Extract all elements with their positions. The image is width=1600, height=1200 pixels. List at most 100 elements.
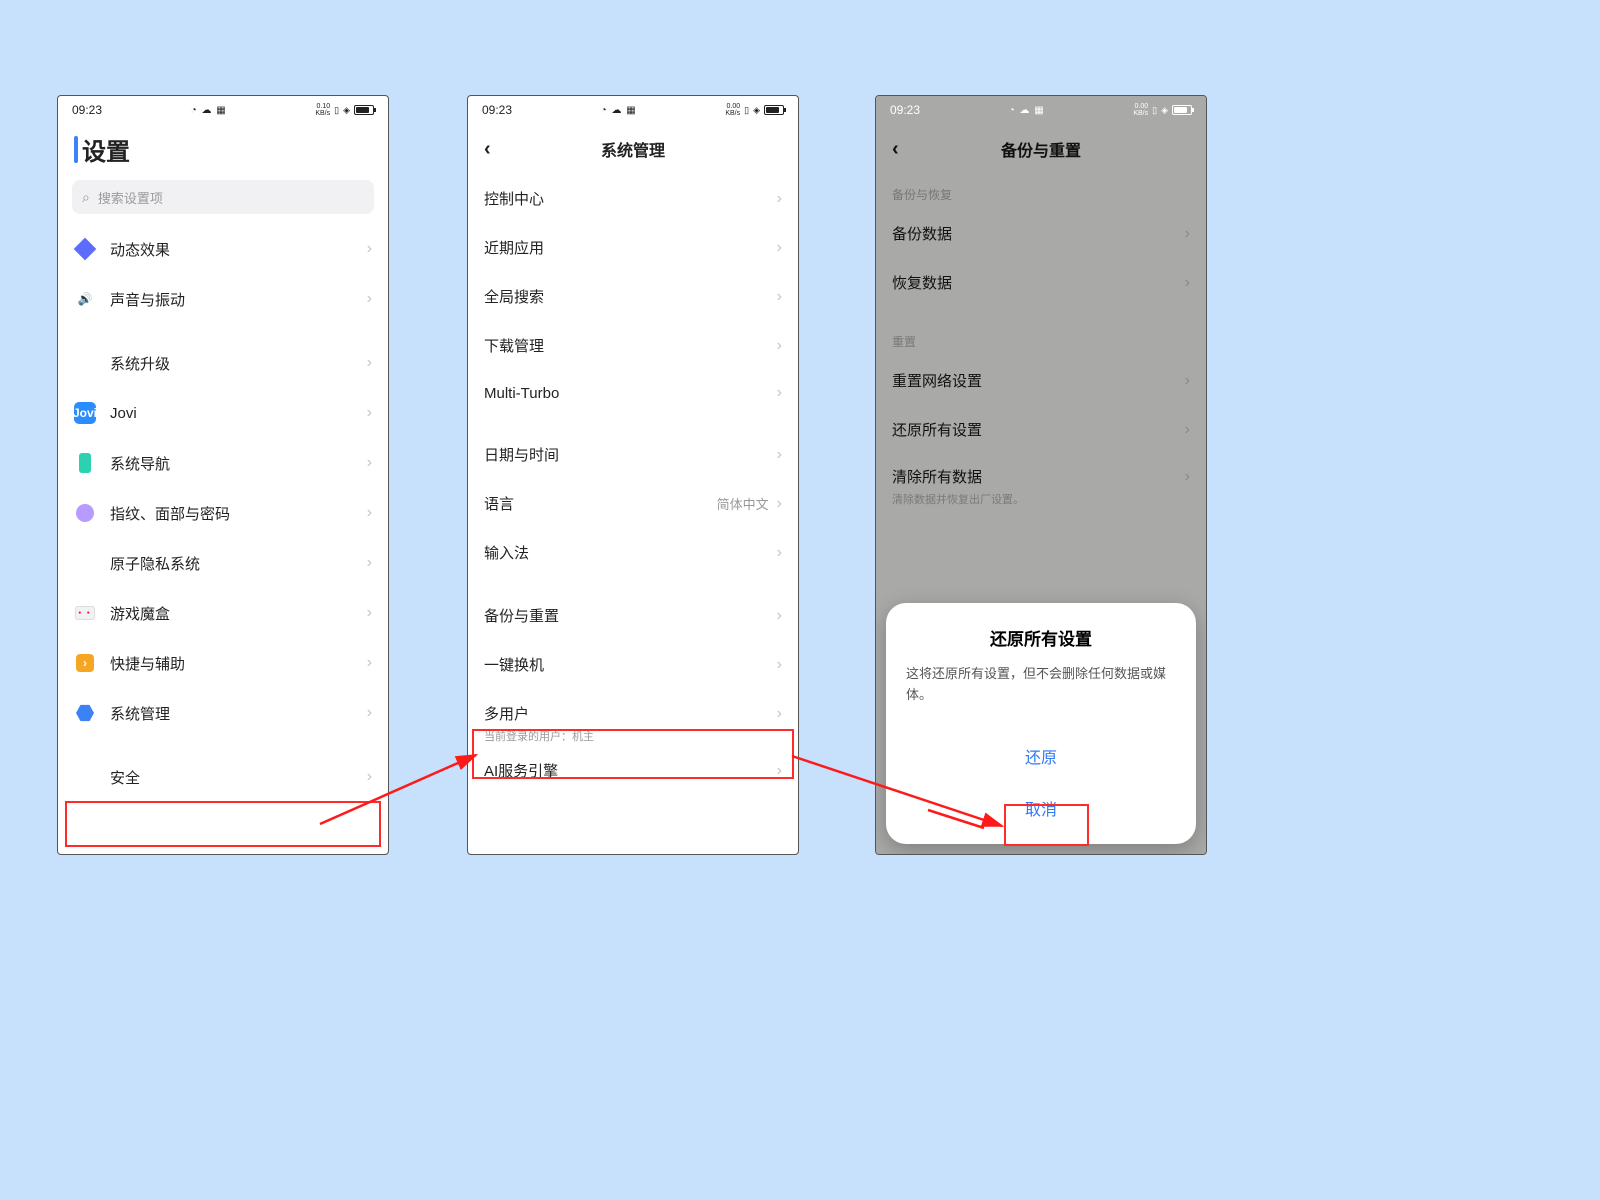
chevron-right-icon: ›: [777, 384, 782, 402]
row-restore-data[interactable]: 恢复数据›: [876, 258, 1206, 307]
chevron-right-icon: ›: [367, 654, 372, 672]
status-time: 09:23: [72, 103, 102, 117]
cancel-button[interactable]: 取消: [906, 782, 1176, 834]
row-ai-engine[interactable]: AI服务引擎›: [468, 746, 798, 795]
page-title: 备份与重置: [918, 137, 1164, 161]
back-button[interactable]: ‹: [484, 138, 510, 161]
row-recent-apps[interactable]: 近期应用›: [468, 223, 798, 272]
confirm-button[interactable]: 还原: [906, 730, 1176, 782]
row-shortcut-accessibility[interactable]: 快捷与辅助 ›: [58, 638, 388, 688]
chevron-right-icon: ›: [367, 768, 372, 786]
row-system-management[interactable]: 系统管理 ›: [58, 688, 388, 738]
sound-icon: 🔊: [74, 288, 96, 310]
back-button[interactable]: ‹: [892, 138, 918, 161]
section-backup-restore: 备份与恢复: [876, 174, 1206, 209]
shield-icon: ⛨: [74, 552, 96, 574]
arrow-icon: [74, 652, 96, 674]
row-jovi[interactable]: Jovi Jovi ›: [58, 388, 388, 438]
chevron-right-icon: ›: [777, 762, 782, 780]
chevron-right-icon: ›: [367, 554, 372, 572]
wifi-icon: ◈: [1161, 105, 1168, 116]
search-icon: ⌕: [82, 189, 90, 206]
wifi-icon: ◈: [343, 105, 350, 116]
row-one-click-switch[interactable]: 一键换机›: [468, 640, 798, 689]
page-header: ‹ 备份与重置: [876, 124, 1206, 174]
chevron-right-icon: ›: [367, 404, 372, 422]
row-reset-all-settings[interactable]: 还原所有设置›: [876, 405, 1206, 454]
status-bar: 09:23 ◔ ☁ ▦ 0.00KB/s ▯ ◈: [876, 96, 1206, 124]
chevron-right-icon: ›: [777, 495, 782, 513]
row-privacy-system[interactable]: ⛨ 原子隐私系统 ›: [58, 538, 388, 588]
phone-icon: [74, 452, 96, 474]
row-global-search[interactable]: 全局搜索›: [468, 272, 798, 321]
row-system-navigation[interactable]: 系统导航 ›: [58, 438, 388, 488]
chevron-right-icon: ›: [1185, 274, 1190, 292]
sim-icon: ▯: [334, 105, 339, 116]
chevron-right-icon: ›: [1185, 468, 1190, 486]
row-multi-user[interactable]: 多用户›当前登录的用户：机主: [468, 689, 798, 746]
chevron-right-icon: ›: [1185, 225, 1190, 243]
chevron-right-icon: ›: [777, 446, 782, 464]
chevron-right-icon: ›: [1185, 421, 1190, 439]
row-biometrics[interactable]: 指纹、面部与密码 ›: [58, 488, 388, 538]
chevron-right-icon: ›: [777, 337, 782, 355]
row-backup-reset[interactable]: 备份与重置›: [468, 591, 798, 640]
dialog-title: 还原所有设置: [906, 625, 1176, 650]
diamond-icon: [74, 238, 96, 260]
chevron-right-icon: ›: [367, 454, 372, 472]
page-header: ‹ 系统管理: [468, 124, 798, 174]
page-title: 系统管理: [510, 137, 756, 161]
row-security[interactable]: ⛊ 安全 ›: [58, 752, 388, 802]
battery-icon: [764, 105, 784, 115]
fingerprint-icon: [74, 502, 96, 524]
gamepad-icon: [74, 602, 96, 624]
row-input-method[interactable]: 输入法›: [468, 528, 798, 577]
row-sound-vibration[interactable]: 🔊 声音与振动 ›: [58, 274, 388, 324]
chevron-right-icon: ›: [777, 288, 782, 306]
status-bar: 09:23 ◔ ☁ ▦ 0.00KB/s ▯ ◈: [468, 96, 798, 124]
battery-icon: [354, 105, 374, 115]
chevron-right-icon: ›: [367, 354, 372, 372]
status-left-icons: ◔ ☁ ▦: [191, 105, 227, 116]
sim-icon: ▯: [744, 105, 749, 116]
screen-backup-reset: 09:23 ◔ ☁ ▦ 0.00KB/s ▯ ◈ ‹ 备份与重置 备份与恢复 备…: [875, 95, 1207, 855]
wifi-icon: ◈: [753, 105, 760, 116]
battery-icon: [1172, 105, 1192, 115]
page-header: 设置: [58, 124, 388, 174]
shield-icon: ⛊: [74, 766, 96, 788]
sim-icon: ▯: [1152, 105, 1157, 116]
screen-system-management: 09:23 ◔ ☁ ▦ 0.00KB/s ▯ ◈ ‹ 系统管理 控制中心› 近期…: [467, 95, 799, 855]
chevron-right-icon: ›: [777, 239, 782, 257]
row-language[interactable]: 语言简体中文›: [468, 479, 798, 528]
page-title: 设置: [74, 132, 130, 167]
row-backup-data[interactable]: 备份数据›: [876, 209, 1206, 258]
screen-settings: 09:23 ◔ ☁ ▦ 0.10KB/s ▯ ◈ 设置 ⌕ 搜索设置项 动态效果…: [57, 95, 389, 855]
row-multi-turbo[interactable]: Multi-Turbo›: [468, 370, 798, 416]
row-dynamic-effects[interactable]: 动态效果 ›: [58, 224, 388, 274]
section-reset: 重置: [876, 321, 1206, 356]
row-system-upgrade[interactable]: ⬆ 系统升级 ›: [58, 338, 388, 388]
chevron-right-icon: ›: [777, 705, 782, 723]
row-reset-network[interactable]: 重置网络设置›: [876, 356, 1206, 405]
search-input[interactable]: ⌕ 搜索设置项: [72, 180, 374, 214]
chevron-right-icon: ›: [367, 290, 372, 308]
status-left-icons: ◔ ☁ ▦: [1009, 105, 1045, 116]
chevron-right-icon: ›: [777, 656, 782, 674]
confirm-dialog: 还原所有设置 这将还原所有设置，但不会删除任何数据或媒体。 还原 取消: [886, 603, 1196, 844]
chevron-right-icon: ›: [367, 704, 372, 722]
search-placeholder: 搜索设置项: [98, 188, 163, 207]
chevron-right-icon: ›: [367, 240, 372, 258]
chevron-right-icon: ›: [777, 544, 782, 562]
row-download-manager[interactable]: 下载管理›: [468, 321, 798, 370]
row-date-time[interactable]: 日期与时间›: [468, 430, 798, 479]
hexagon-icon: [74, 702, 96, 724]
row-game-box[interactable]: 游戏魔盒 ›: [58, 588, 388, 638]
chevron-right-icon: ›: [367, 504, 372, 522]
row-erase-all-data[interactable]: 清除所有数据› 清除数据并恢复出厂设置。: [876, 454, 1206, 519]
status-time: 09:23: [890, 103, 920, 117]
arrow-up-icon: ⬆: [74, 352, 96, 374]
row-control-center[interactable]: 控制中心›: [468, 174, 798, 223]
status-left-icons: ◔ ☁ ▦: [601, 105, 637, 116]
status-time: 09:23: [482, 103, 512, 117]
chevron-right-icon: ›: [777, 190, 782, 208]
